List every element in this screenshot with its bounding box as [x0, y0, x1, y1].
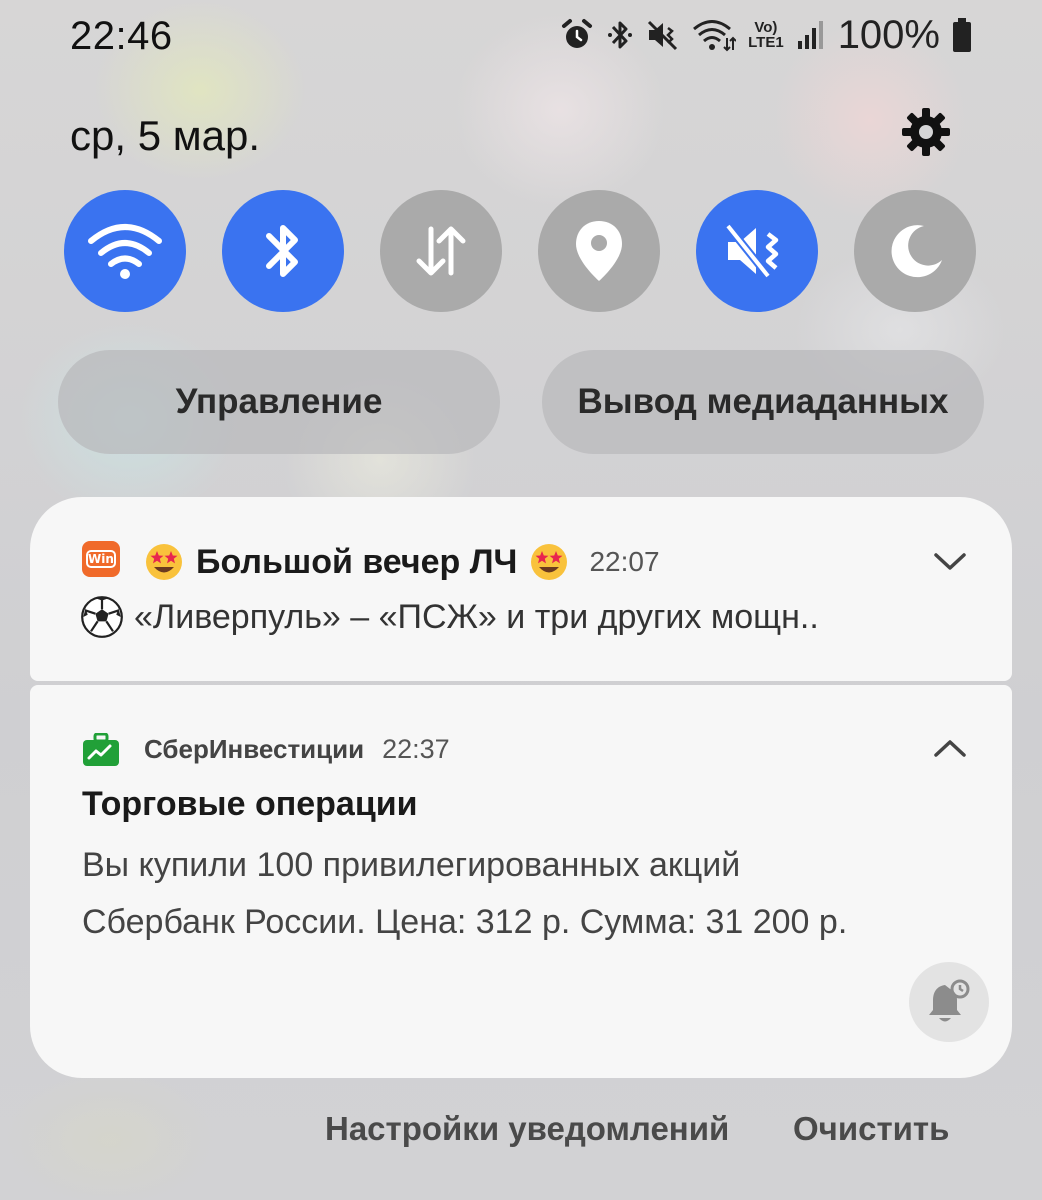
star-struck-emoji [531, 544, 568, 580]
date: ср, 5 мар. [70, 112, 260, 159]
media-output-button[interactable]: Вывод медиаданных [542, 350, 984, 454]
notification-title-row: Большой вечер ЛЧ 22:07 [144, 539, 660, 585]
bluetooth-icon [266, 225, 298, 277]
notification-settings-link[interactable]: Настройки уведомлений [325, 1110, 729, 1148]
status-time: 22:46 [70, 14, 173, 58]
signal-icon [797, 21, 823, 49]
device-control-button[interactable]: Управление [58, 350, 500, 454]
mute-vibrate-icon [724, 223, 779, 279]
sber-investments-icon [83, 733, 119, 766]
battery-percent: 100% [837, 12, 940, 57]
settings-button[interactable] [898, 104, 954, 160]
toggle-night-mode[interactable] [854, 190, 976, 312]
notification-body: «Ливерпуль» – «ПСЖ» и три других мощн.. [134, 597, 819, 636]
notification-card-sber[interactable]: СберИнвестиции 22:37 Торговые операции В… [30, 685, 1012, 1078]
star-struck-emoji [146, 544, 182, 580]
soccer-ball-emoji [81, 596, 123, 638]
win-app-icon: Win [82, 541, 120, 577]
quick-toggles [64, 190, 976, 312]
snooze-button[interactable] [909, 962, 989, 1042]
collapse-button[interactable] [928, 733, 972, 763]
clear-button[interactable]: Очистить [793, 1110, 949, 1148]
bluetooth-icon [608, 21, 633, 49]
notification-card-win[interactable]: Win Большой вечер ЛЧ 22:07 «Ливерпуль» –… [30, 497, 1012, 681]
toggle-bluetooth[interactable] [222, 190, 344, 312]
wifi-icon [693, 20, 737, 52]
notification-title: Торговые операции [82, 785, 418, 823]
toggle-sound[interactable] [696, 190, 818, 312]
bell-snooze-icon [929, 979, 970, 1022]
toggle-mobile-data[interactable] [380, 190, 502, 312]
moon-icon [891, 225, 942, 278]
notification-body-line: Сбербанк России. Цена: 312 р. Сумма: 31 … [82, 903, 848, 941]
toggle-wifi[interactable] [64, 190, 186, 312]
data-arrows-icon [416, 226, 466, 276]
wifi-icon [88, 224, 162, 279]
notification-body: Вы купили 100 привилегированных акций Сб… [82, 837, 982, 951]
notification-body-line: Вы купили 100 привилегированных акций [82, 846, 741, 884]
battery-icon [953, 18, 971, 52]
notification-header: СберИнвестиции 22:37 [144, 729, 450, 769]
notification-time: 22:37 [382, 733, 450, 764]
mute-icon [648, 20, 678, 51]
toggle-location[interactable] [538, 190, 660, 312]
alarm-icon [562, 19, 593, 48]
chevron-down-icon [934, 553, 966, 570]
chevron-up-icon [934, 740, 966, 757]
status-icons: Vo) LTE1 100% [560, 10, 972, 60]
notification-time: 22:07 [589, 546, 660, 577]
notification-body-row: «Ливерпуль» – «ПСЖ» и три других мощн.. [80, 594, 819, 640]
volte-icon: Vo) LTE1 [748, 19, 784, 51]
expand-button[interactable] [928, 547, 972, 577]
gear-icon [902, 108, 950, 156]
notification-app-name: СберИнвестиции [144, 733, 365, 764]
notification-title: Большой вечер ЛЧ [196, 542, 518, 581]
location-pin-icon [576, 221, 622, 281]
